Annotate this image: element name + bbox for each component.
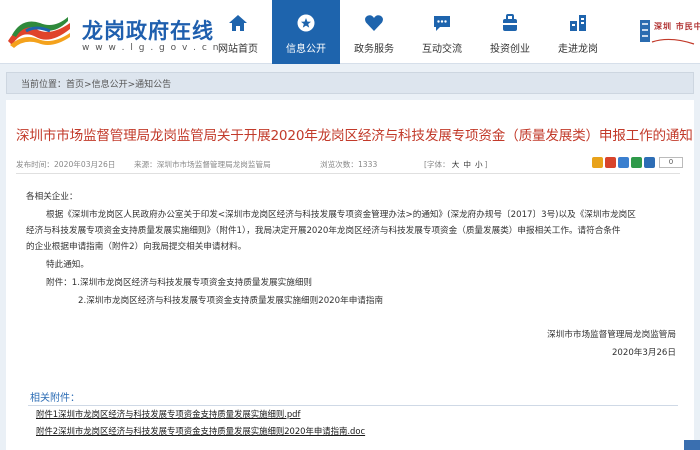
view-count-label: 浏览次数： [320, 160, 358, 169]
nav-label: 网站首页 [218, 44, 258, 55]
nav-item-gov-services[interactable]: 政务服务 [340, 0, 408, 64]
site-logo[interactable]: 龙岗政府在线 w w w . l g . g o v . c n [6, 9, 218, 59]
attachment-link-1[interactable]: 附件1深圳市龙岗区经济与科技发展专项资金支持质量发展实施细则.pdf [36, 408, 300, 420]
breadcrumb-item-home[interactable]: 首页 [66, 80, 84, 90]
source-value: 深圳市市场监督管理局龙岗监管局 [156, 160, 271, 169]
publish-date-value: 2020年03月26日 [53, 160, 116, 169]
nav-label: 信息公开 [286, 44, 326, 55]
attachments-divider [28, 405, 678, 406]
font-size-close: ] [484, 160, 488, 169]
article-source: 来源：深圳市市场监督管理局龙岗监管局 [134, 159, 271, 170]
share-weibo-icon[interactable] [605, 157, 616, 168]
publish-date: 发布时间：2020年03月26日 [16, 159, 115, 170]
info-icon [297, 14, 315, 32]
share-more-icon[interactable] [644, 157, 655, 168]
font-size-medium-button[interactable]: 中 [463, 160, 471, 169]
breadcrumb-item-info[interactable]: 信息公开 [92, 80, 128, 90]
chat-icon [434, 16, 450, 31]
nav-item-invest[interactable]: 投资创业 [476, 0, 544, 64]
nav-item-info-disclosure[interactable]: 信息公开 [272, 0, 340, 64]
share-qzone-icon[interactable] [592, 157, 603, 168]
main-nav: 网站首页 信息公开 政务服务 互动交流 投资创业 走进龙岗 [204, 0, 612, 64]
body-paragraph-line: 根据《深圳市龙岗区人民政府办公室关于印发<深圳市龙岗区经济与科技发展专项资金管理… [46, 210, 636, 220]
heart-icon [365, 15, 383, 31]
home-icon [229, 15, 247, 31]
greeting: 各相关企业： [26, 192, 78, 202]
nav-label: 政务服务 [354, 44, 394, 55]
attachment-link-2[interactable]: 附件2深圳市龙岗区经济与科技发展专项资金支持质量发展实施细则2020年申请指南.… [36, 425, 365, 437]
attachment-inline-2: 2.深圳市龙岗区经济与科技发展专项资金支持质量发展实施细则2020年申请指南 [78, 296, 384, 306]
notice-line: 特此通知。 [46, 260, 89, 270]
site-title: 龙岗政府在线 [82, 19, 214, 43]
breadcrumb: 当前位置：首页>信息公开>通知公告 [6, 72, 694, 94]
breadcrumb-prefix: 当前位置： [21, 80, 67, 90]
breadcrumb-separator: > [84, 80, 92, 90]
nav-label: 走进龙岗 [558, 44, 598, 55]
nav-label: 投资创业 [490, 44, 530, 55]
source-label: 来源： [134, 160, 157, 169]
site-url: w w w . l g . g o v . c n [82, 43, 220, 53]
nav-item-interaction[interactable]: 互动交流 [408, 0, 476, 64]
back-to-top-button[interactable] [684, 440, 700, 450]
share-people-icon[interactable] [618, 157, 629, 168]
view-count: 浏览次数：1333 [320, 159, 377, 170]
nav-item-home[interactable]: 网站首页 [204, 0, 272, 64]
publish-date-label: 发布时间： [16, 160, 54, 169]
breadcrumb-item-notice[interactable]: 通知公告 [135, 80, 171, 90]
body-paragraph-line: 的企业根据申请指南（附件2）向我局提交相关申请材料。 [26, 242, 247, 252]
site-header: 龙岗政府在线 w w w . l g . g o v . c n 网站首页 信息… [0, 0, 700, 64]
breadcrumb-trail: 当前位置：首页>信息公开>通知公告 [21, 77, 171, 90]
attachment-inline-1: 附件：1.深圳市龙岗区经济与科技发展专项资金支持质量发展实施细则 [46, 278, 313, 288]
share-count[interactable]: 0 [659, 157, 683, 168]
font-size-small-button[interactable]: 小 [475, 160, 483, 169]
signature-org: 深圳市市场监督管理局龙岗监管局 [547, 330, 676, 340]
nav-item-about-longgang[interactable]: 走进龙岗 [544, 0, 612, 64]
building-icon [570, 15, 586, 31]
article-panel: 深圳市市场监督管理局龙岗监管局关于开展2020年龙岗区经济与科技发展专项资金（质… [6, 100, 694, 450]
dragon-logo-icon [8, 17, 70, 48]
invest-icon [503, 14, 517, 31]
font-size-switcher: [字体：大中小] [424, 159, 488, 170]
signature-date: 2020年3月26日 [611, 348, 676, 358]
breadcrumb-separator: > [127, 80, 136, 90]
article-meta: 发布时间：2020年03月26日 来源：深圳市市场监督管理局龙岗监管局 浏览次数… [16, 156, 680, 174]
attachments-heading: 相关附件： [30, 393, 80, 404]
font-size-large-button[interactable]: 大 [452, 160, 460, 169]
brand-badge-text: 深圳 市民中心 [654, 22, 700, 31]
font-size-label: [字体： [424, 160, 450, 169]
share-wechat-icon[interactable] [631, 157, 642, 168]
article-title: 深圳市市场监督管理局龙岗监管局关于开展2020年龙岗区经济与科技发展专项资金（质… [16, 128, 693, 144]
share-bar: 0 [592, 157, 683, 171]
nav-label: 互动交流 [422, 44, 462, 55]
body-paragraph-line: 经济与科技发展专项资金支持质量发展实施细则》（附件1），我局决定开展2020年龙… [26, 226, 621, 236]
view-count-value: 1333 [357, 160, 378, 169]
